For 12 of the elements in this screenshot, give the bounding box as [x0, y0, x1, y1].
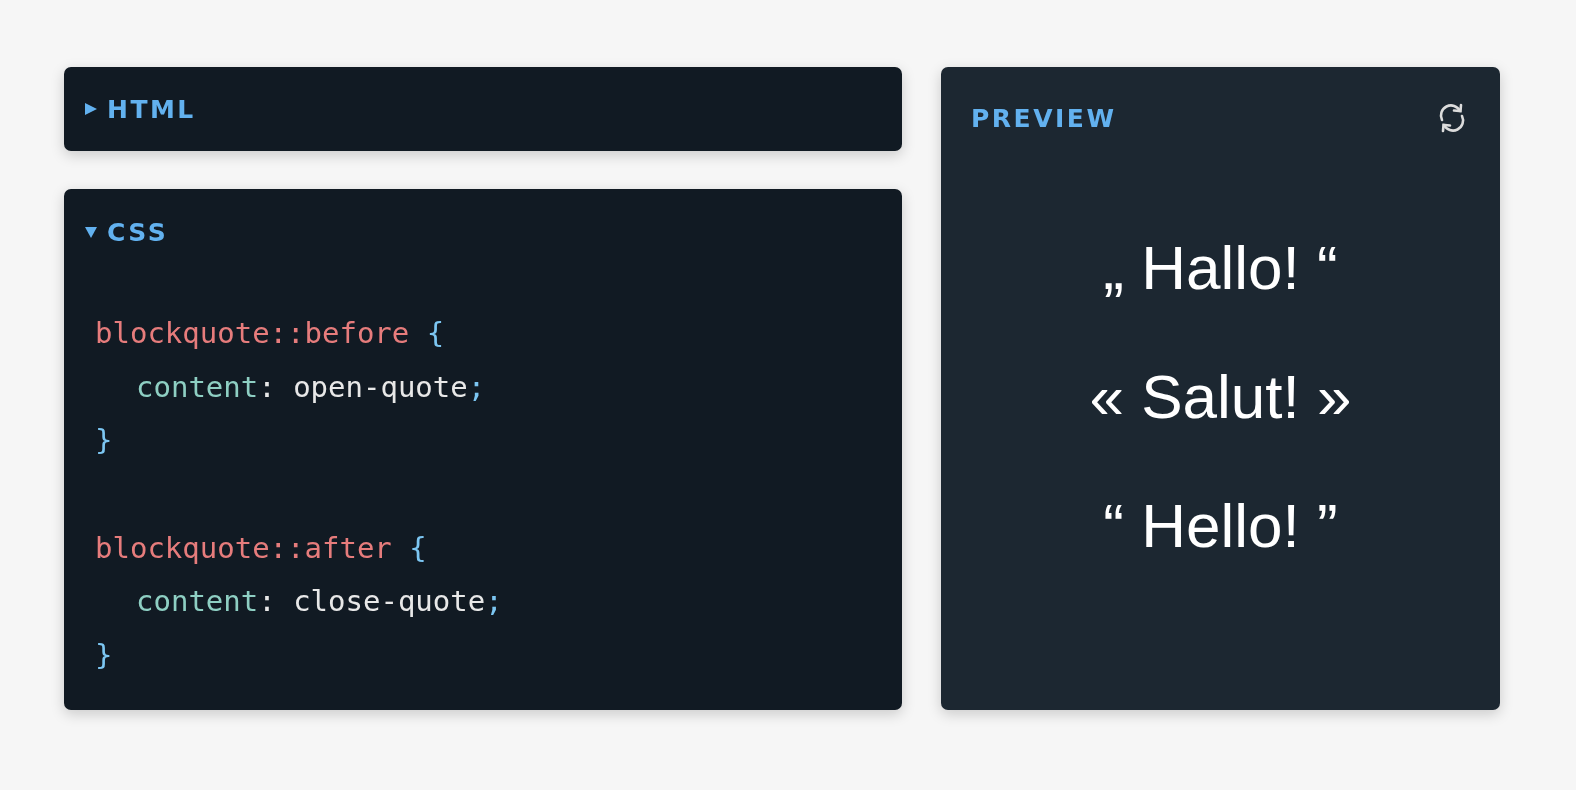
code-line: }: [95, 422, 113, 459]
quote-text: “ Hello! ”: [1103, 490, 1338, 561]
quote-text: „ Hallo! “: [1103, 232, 1338, 303]
code-line: content: close-quote;: [136, 583, 503, 620]
code-line: content: open-quote;: [136, 368, 486, 406]
code-line: }: [95, 636, 113, 674]
quote-text: « Salut! »: [1089, 361, 1352, 432]
section-toggle[interactable]: HTML: [64, 67, 196, 151]
section-toggle[interactable]: CSS: [64, 189, 169, 275]
panel-title: PREVIEW: [971, 103, 1117, 133]
code-line: blockquote::after {: [95, 529, 427, 567]
code-line: blockquote::before {: [95, 315, 445, 352]
